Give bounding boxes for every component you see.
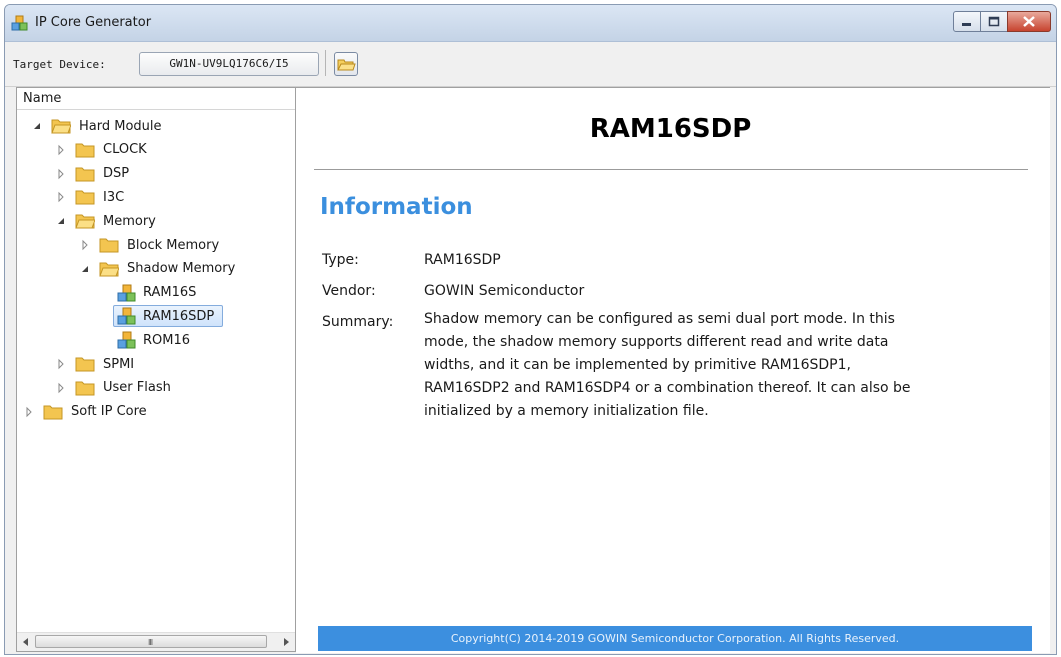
tree-item-label: I3C — [103, 189, 125, 205]
tree-item[interactable]: RAM16S — [117, 282, 196, 304]
folder-icon — [75, 190, 95, 205]
ip-tree-panel: Name Hard Module CLOCK DSP I3C Memory Block M… — [16, 87, 296, 652]
tree-item-label: CLOCK — [103, 142, 147, 158]
horizontal-scrollbar[interactable]: III — [17, 632, 295, 651]
collapsed-arrow-icon[interactable] — [55, 382, 67, 394]
window-controls — [953, 11, 1051, 32]
collapsed-arrow-icon[interactable] — [23, 406, 35, 418]
collapsed-arrow-icon[interactable] — [55, 358, 67, 370]
tree-item-label: ROM16 — [143, 332, 191, 348]
ip-info-panel: RAM16SDP Information Type: RAM16SDP Vend… — [296, 87, 1050, 653]
toolbar-separator — [325, 50, 326, 76]
summary-text: Shadow memory can be configured as semi … — [424, 308, 1024, 423]
close-icon — [1023, 16, 1035, 27]
tree-item[interactable]: Shadow Memory — [79, 258, 235, 280]
tree-item[interactable]: I3C — [55, 186, 124, 208]
tree-item[interactable]: DSP — [55, 163, 129, 185]
tree-item[interactable]: User Flash — [55, 377, 171, 399]
folder-open-icon — [337, 59, 356, 71]
folder-icon — [75, 381, 95, 396]
tree-item[interactable]: SPMI — [55, 353, 134, 375]
collapsed-arrow-icon[interactable] — [79, 239, 91, 251]
collapsed-arrow-icon[interactable] — [55, 144, 67, 156]
scroll-right-icon[interactable] — [281, 637, 291, 647]
copyright-footer: Copyright(C) 2014-2019 GOWIN Semiconduct… — [318, 626, 1032, 651]
folder-open-icon — [99, 262, 119, 277]
expanded-arrow-icon[interactable] — [55, 215, 67, 227]
type-value: RAM16SDP — [424, 252, 501, 268]
app-icon — [11, 15, 28, 31]
summary-line: initialized by a memory initialization f… — [424, 403, 709, 419]
scroll-left-icon[interactable] — [21, 637, 31, 647]
toolbar: Target Device: GW1N-UV9LQ176C6/I5 — [5, 42, 1056, 87]
summary-label: Summary: — [322, 314, 394, 330]
summary-line: Shadow memory can be configured as semi … — [424, 311, 895, 327]
vendor-value: GOWIN Semiconductor — [424, 283, 585, 299]
grip-icon: III — [148, 638, 153, 647]
window-title: IP Core Generator — [35, 15, 152, 30]
summary-line: RAM16SDP2 and RAM16SDP4 or a combination… — [424, 380, 911, 396]
tree-item[interactable]: Block Memory — [79, 234, 219, 256]
tree-item-label: Soft IP Core — [71, 404, 147, 420]
tree-column-header[interactable]: Name — [17, 88, 295, 110]
summary-line: mode, the shadow memory supports differe… — [424, 334, 889, 350]
tree-item-label: User Flash — [103, 380, 171, 396]
tree-item-label: Hard Module — [79, 118, 162, 134]
tree-item[interactable]: Memory — [55, 210, 156, 232]
folder-icon — [43, 405, 63, 420]
ip-core-icon — [117, 284, 136, 302]
tree-item[interactable]: Hard Module — [31, 115, 162, 137]
tree-item-label: Shadow Memory — [127, 261, 236, 277]
target-device-label: Target Device: — [13, 58, 106, 71]
ip-core-icon — [117, 331, 136, 349]
tree-item-label: Block Memory — [127, 237, 220, 253]
tree-item-label: RAM16SDP — [143, 308, 215, 324]
maximize-button[interactable] — [980, 11, 1008, 32]
folder-icon — [75, 357, 95, 372]
tree-item-label: Memory — [103, 213, 156, 229]
folder-icon — [99, 238, 119, 253]
vendor-label: Vendor: — [322, 283, 376, 299]
open-folder-button[interactable] — [334, 52, 358, 76]
tree-item[interactable]: RAM16SDP — [113, 305, 224, 328]
minimize-icon — [962, 23, 971, 26]
target-device-button[interactable]: GW1N-UV9LQ176C6/I5 — [139, 52, 319, 76]
tree-item[interactable]: ROM16 — [117, 329, 190, 351]
scrollbar-thumb[interactable]: III — [35, 635, 267, 648]
collapsed-arrow-icon[interactable] — [55, 191, 67, 203]
tree-item-label: DSP — [103, 166, 130, 182]
expanded-arrow-icon[interactable] — [31, 120, 43, 132]
collapsed-arrow-icon[interactable] — [55, 168, 67, 180]
close-button[interactable] — [1007, 11, 1051, 32]
tree-item-label: RAM16S — [143, 285, 197, 301]
folder-open-icon — [75, 214, 95, 229]
maximize-icon — [988, 16, 1000, 27]
folder-open-icon — [51, 119, 71, 134]
summary-line: widths, and it can be implemented by pri… — [424, 357, 851, 373]
tree-item-label: SPMI — [103, 356, 135, 372]
tree-item[interactable]: Soft IP Core — [23, 401, 147, 423]
type-label: Type: — [322, 252, 359, 268]
folder-icon — [75, 143, 95, 158]
ip-core-icon — [117, 307, 136, 325]
minimize-button[interactable] — [953, 11, 981, 32]
section-heading: Information — [320, 194, 473, 220]
title-bar: IP Core Generator — [5, 5, 1056, 42]
tree-item[interactable]: CLOCK — [55, 139, 147, 161]
expanded-arrow-icon[interactable] — [79, 263, 91, 275]
title-divider — [314, 169, 1028, 170]
page-title: RAM16SDP — [589, 114, 752, 144]
folder-icon — [75, 167, 95, 182]
